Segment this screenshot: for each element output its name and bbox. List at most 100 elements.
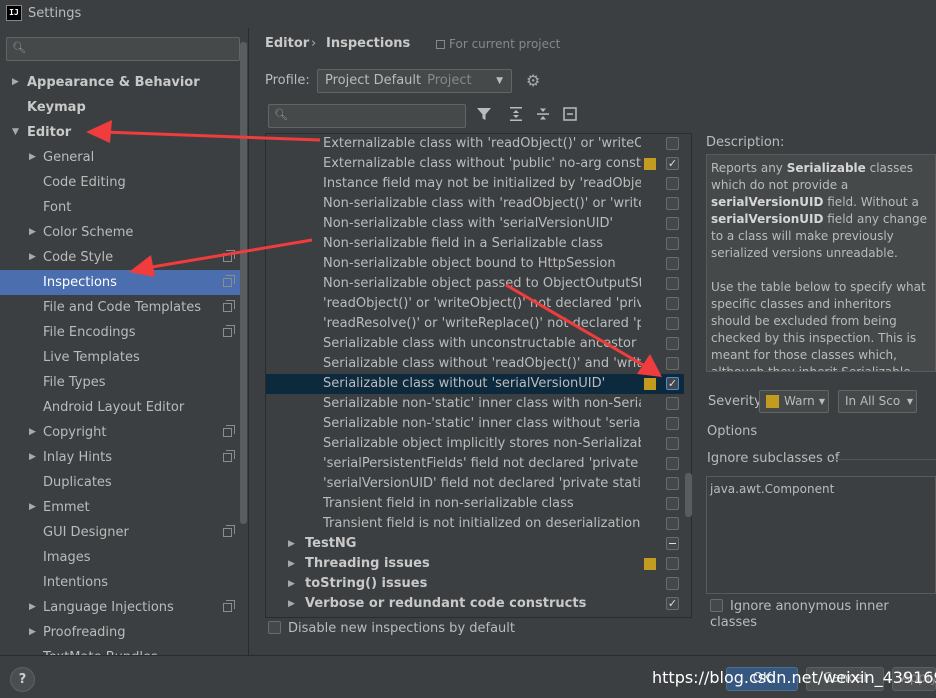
disable-new-inspections-checkbox[interactable]: Disable new inspections by default bbox=[268, 621, 515, 637]
settings-search-input[interactable] bbox=[29, 40, 229, 58]
inspection-checkbox[interactable] bbox=[666, 317, 679, 330]
inspection-checkbox[interactable] bbox=[666, 277, 679, 290]
chevron-right-icon[interactable]: ▶ bbox=[29, 595, 36, 620]
chevron-right-icon[interactable]: ▶ bbox=[288, 574, 295, 594]
inspection-checkbox[interactable] bbox=[666, 497, 679, 510]
profile-dropdown[interactable]: Project Default Project ▼ bbox=[317, 69, 512, 93]
sidebar-divider[interactable] bbox=[248, 28, 249, 655]
sidebar-item-inspections[interactable]: Inspections bbox=[0, 270, 240, 295]
sidebar-item-general[interactable]: ▶ General bbox=[0, 145, 240, 170]
sidebar-item-font[interactable]: Font bbox=[0, 195, 240, 220]
inspection-group-row[interactable]: ▶ TestNG bbox=[266, 534, 684, 554]
sidebar-item-editor[interactable]: ▼ Editor bbox=[0, 120, 240, 145]
inspection-row[interactable]: Serializable class with unconstructable … bbox=[266, 334, 684, 354]
inspection-row[interactable]: Non-serializable class with 'serialVersi… bbox=[266, 214, 684, 234]
inspection-checkbox[interactable]: ✓ bbox=[666, 377, 679, 390]
inspection-checkbox[interactable] bbox=[666, 297, 679, 310]
inspection-row[interactable]: Serializable class without 'readObject()… bbox=[266, 354, 684, 374]
sidebar-item-emmet[interactable]: ▶ Emmet bbox=[0, 495, 240, 520]
inspection-checkbox[interactable] bbox=[666, 337, 679, 350]
inspection-row[interactable]: Serializable object implicitly stores no… bbox=[266, 434, 684, 454]
chevron-right-icon[interactable]: ▶ bbox=[29, 220, 36, 245]
sidebar-item-inlay-hints[interactable]: ▶ Inlay Hints bbox=[0, 445, 240, 470]
inspection-row[interactable]: Non-serializable field in a Serializable… bbox=[266, 234, 684, 254]
sidebar-item-keymap[interactable]: Keymap bbox=[0, 95, 240, 120]
inspection-group-row[interactable]: ▶ Threading issues bbox=[266, 554, 684, 574]
inspection-row[interactable]: Transient field is not initialized on de… bbox=[266, 514, 684, 534]
sidebar-scrollbar[interactable] bbox=[240, 42, 247, 524]
expand-all-icon[interactable] bbox=[508, 106, 524, 127]
chevron-right-icon[interactable]: ▶ bbox=[29, 445, 36, 470]
inspection-checkbox[interactable] bbox=[666, 177, 679, 190]
inspection-checkbox[interactable] bbox=[666, 577, 679, 590]
sidebar-item-copyright[interactable]: ▶ Copyright bbox=[0, 420, 240, 445]
filter-icon[interactable] bbox=[476, 106, 492, 127]
scope-dropdown[interactable]: In All Sco ▼ bbox=[838, 390, 917, 413]
inspection-checkbox[interactable]: ✓ bbox=[666, 157, 679, 170]
sidebar-item-file-encodings[interactable]: File Encodings bbox=[0, 320, 240, 345]
sidebar-item-android-layout-editor[interactable]: Android Layout Editor bbox=[0, 395, 240, 420]
inspection-checkbox[interactable] bbox=[666, 417, 679, 430]
inspection-row[interactable]: 'readObject()' or 'writeObject()' not de… bbox=[266, 294, 684, 314]
gear-icon[interactable]: ⚙ bbox=[526, 72, 540, 90]
sidebar-item-images[interactable]: Images bbox=[0, 545, 240, 570]
chevron-right-icon[interactable]: ▶ bbox=[29, 620, 36, 645]
inspection-search-box[interactable]: 🔍︎ bbox=[268, 104, 466, 128]
checkbox-box[interactable] bbox=[268, 621, 281, 634]
inspection-checkbox[interactable] bbox=[666, 357, 679, 370]
inspection-checkbox[interactable] bbox=[666, 457, 679, 470]
ignore-anonymous-checkbox[interactable]: Ignore anonymous inner classes bbox=[710, 599, 936, 631]
inspection-group-row[interactable]: ▶ toString() issues bbox=[266, 574, 684, 594]
inspection-row[interactable]: Externalizable class with 'readObject()'… bbox=[266, 134, 684, 154]
sidebar-item-code-style[interactable]: ▶ Code Style bbox=[0, 245, 240, 270]
sidebar-item-textmate-bundles[interactable]: TextMate Bundles bbox=[0, 645, 240, 655]
sidebar-item-duplicates[interactable]: Duplicates bbox=[0, 470, 240, 495]
inspection-checkbox[interactable] bbox=[666, 437, 679, 450]
sidebar-item-file-and-code-templates[interactable]: File and Code Templates bbox=[0, 295, 240, 320]
inspection-checkbox[interactable] bbox=[666, 397, 679, 410]
ignored-classes-list[interactable]: java.awt.Component bbox=[706, 476, 936, 594]
sidebar-item-code-editing[interactable]: Code Editing bbox=[0, 170, 240, 195]
chevron-right-icon[interactable]: ▶ bbox=[288, 594, 295, 614]
inspection-checkbox[interactable] bbox=[666, 137, 679, 150]
checkbox-box[interactable] bbox=[710, 599, 723, 612]
inspection-row[interactable]: Serializable non-'static' inner class wi… bbox=[266, 414, 684, 434]
inspection-row[interactable]: Non-serializable class with 'readObject(… bbox=[266, 194, 684, 214]
inspections-scrollbar[interactable] bbox=[685, 473, 692, 517]
sidebar-item-live-templates[interactable]: Live Templates bbox=[0, 345, 240, 370]
inspection-row[interactable]: Serializable class without 'serialVersio… bbox=[266, 374, 684, 394]
sidebar-item-language-injections[interactable]: ▶ Language Injections bbox=[0, 595, 240, 620]
sidebar-item-appearance-behavior[interactable]: ▶ Appearance & Behavior bbox=[0, 70, 240, 95]
inspection-row[interactable]: 'serialVersionUID' field not declared 'p… bbox=[266, 474, 684, 494]
inspection-checkbox[interactable] bbox=[666, 477, 679, 490]
sidebar-item-proofreading[interactable]: ▶ Proofreading bbox=[0, 620, 240, 645]
inspection-row[interactable]: Non-serializable object passed to Object… bbox=[266, 274, 684, 294]
chevron-right-icon[interactable]: ▶ bbox=[288, 534, 295, 554]
sidebar-item-color-scheme[interactable]: ▶ Color Scheme bbox=[0, 220, 240, 245]
inspection-row[interactable]: Non-serializable object bound to HttpSes… bbox=[266, 254, 684, 274]
help-button[interactable]: ? bbox=[10, 667, 35, 692]
inspection-row[interactable]: 'serialPersistentFields' field not decla… bbox=[266, 454, 684, 474]
chevron-right-icon[interactable]: ▶ bbox=[29, 245, 36, 270]
inspection-checkbox[interactable]: ✓ bbox=[666, 597, 679, 610]
ignored-class-item[interactable]: java.awt.Component bbox=[710, 482, 932, 496]
inspection-row[interactable]: Externalizable class without 'public' no… bbox=[266, 154, 684, 174]
inspection-checkbox[interactable] bbox=[666, 257, 679, 270]
inspection-group-row[interactable]: ▶ Verbose or redundant code constructs ✓ bbox=[266, 594, 684, 614]
settings-search-box[interactable]: 🔍︎ bbox=[6, 37, 240, 61]
severity-dropdown[interactable]: Warn ▼ bbox=[759, 390, 829, 413]
reset-icon[interactable] bbox=[562, 106, 578, 127]
inspection-checkbox[interactable] bbox=[666, 217, 679, 230]
chevron-down-icon[interactable]: ▼ bbox=[12, 120, 19, 145]
breadcrumb-parent[interactable]: Editor bbox=[265, 35, 309, 53]
inspection-row[interactable]: Transient field in non-serializable clas… bbox=[266, 494, 684, 514]
sidebar-item-gui-designer[interactable]: GUI Designer bbox=[0, 520, 240, 545]
inspection-checkbox[interactable] bbox=[666, 197, 679, 210]
inspection-row[interactable]: 'readResolve()' or 'writeReplace()' not … bbox=[266, 314, 684, 334]
chevron-right-icon[interactable]: ▶ bbox=[12, 70, 19, 95]
collapse-all-icon[interactable] bbox=[535, 106, 551, 127]
chevron-right-icon[interactable]: ▶ bbox=[288, 554, 295, 574]
sidebar-item-file-types[interactable]: File Types bbox=[0, 370, 240, 395]
chevron-right-icon[interactable]: ▶ bbox=[29, 420, 36, 445]
inspection-checkbox[interactable] bbox=[666, 557, 679, 570]
